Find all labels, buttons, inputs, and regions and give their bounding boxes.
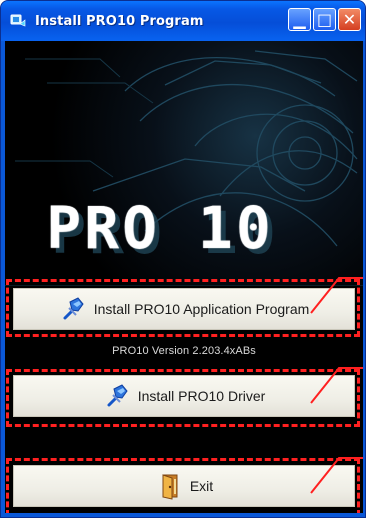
- banner-logo: PRO 10: [15, 194, 305, 262]
- installer-client-area: PRO 10 PRO 10 Install PRO10 Application …: [5, 41, 363, 515]
- installer-icon: [9, 12, 27, 30]
- exit-label: Exit: [189, 478, 214, 494]
- exit-button[interactable]: Exit: [13, 465, 355, 507]
- product-banner: PRO 10 PRO 10: [5, 41, 363, 286]
- install-application-label: Install PRO10 Application Program: [93, 301, 310, 317]
- title-bar[interactable]: Install PRO10 Program ▁ □ ✕: [1, 1, 365, 41]
- install-application-button[interactable]: Install PRO10 Application Program: [13, 288, 355, 330]
- close-button[interactable]: ✕: [338, 8, 361, 31]
- window-title: Install PRO10 Program: [35, 13, 204, 29]
- pushpin-icon: [59, 295, 87, 323]
- install-driver-button[interactable]: Install PRO10 Driver: [13, 375, 355, 417]
- maximize-button[interactable]: □: [313, 8, 336, 31]
- maximize-icon: □: [316, 9, 333, 29]
- install-driver-label: Install PRO10 Driver: [137, 388, 266, 404]
- pushpin-icon: [103, 382, 131, 410]
- window-bottom-border: [1, 513, 365, 517]
- installer-window: Install PRO10 Program ▁ □ ✕ PRO 10 Insta…: [0, 0, 366, 518]
- minimize-icon: ▁: [293, 9, 306, 29]
- version-label: PRO10 Version 2.203.4xABs: [112, 345, 256, 357]
- window-controls: ▁ □ ✕: [288, 8, 361, 31]
- close-icon: ✕: [342, 9, 357, 29]
- minimize-button[interactable]: ▁: [288, 8, 311, 31]
- door-exit-icon: [155, 472, 183, 500]
